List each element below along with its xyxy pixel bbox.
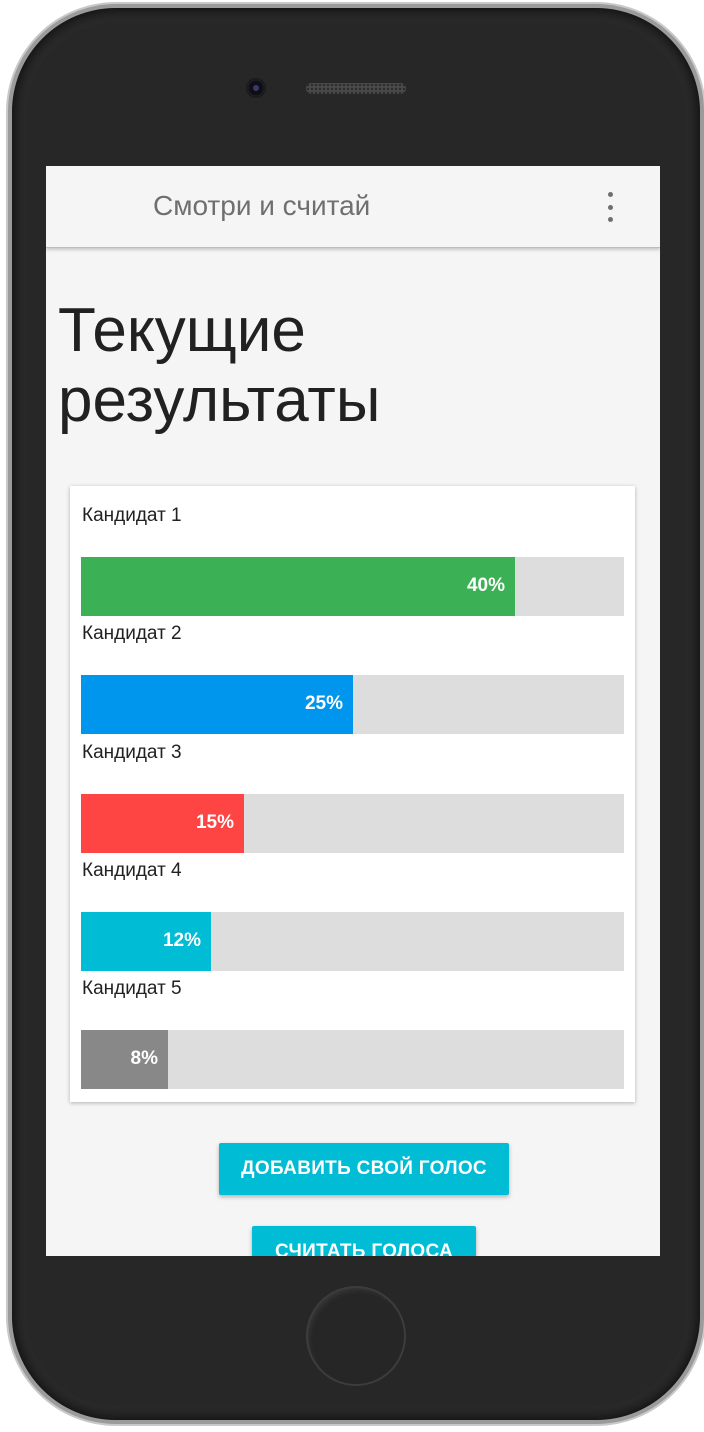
result-bar-fill: 8% (81, 1030, 168, 1089)
candidate-label: Кандидат 1 (82, 505, 182, 526)
front-camera-icon (246, 78, 266, 98)
app-title: Смотри и считай (153, 190, 371, 221)
result-bar-track: 15% (81, 794, 624, 853)
result-bar-track: 40% (81, 557, 624, 616)
add-vote-button[interactable]: ДОБАВИТЬ СВОЙ ГОЛОС (219, 1143, 509, 1195)
result-bar-fill: 25% (81, 675, 353, 734)
result-percent: 12% (162, 930, 201, 951)
result-bar-fill: 40% (81, 557, 515, 616)
result-percent: 8% (130, 1048, 158, 1069)
candidate-label: Кандидат 4 (82, 860, 182, 881)
count-votes-button[interactable]: СЧИТАТЬ ГОЛОСА (252, 1226, 476, 1256)
more-vert-icon[interactable] (602, 192, 618, 222)
result-bar-track: 12% (81, 912, 624, 971)
candidate-label: Кандидат 3 (82, 742, 182, 763)
result-bar-fill: 12% (81, 912, 211, 971)
page-title: Текущие результаты (58, 296, 381, 435)
result-bar-fill: 15% (81, 794, 244, 853)
candidate-label: Кандидат 5 (82, 978, 182, 999)
results-card: Кандидат 1 40% Кандидат 2 25% Кандидат 3… (70, 486, 635, 1102)
app-bar: Смотри и считай (46, 166, 660, 248)
home-button[interactable] (306, 1286, 406, 1386)
candidate-label: Кандидат 2 (82, 623, 182, 644)
app-screen: Смотри и считай Текущие результаты Канди… (46, 166, 660, 1256)
result-bar-track: 25% (81, 675, 624, 734)
result-percent: 25% (304, 693, 343, 714)
page: Смотри и считай Текущие результаты Канди… (0, 0, 704, 1432)
result-bar-track: 8% (81, 1030, 624, 1089)
earpiece-speaker (306, 83, 406, 94)
result-percent: 40% (466, 575, 505, 596)
result-percent: 15% (195, 812, 234, 833)
